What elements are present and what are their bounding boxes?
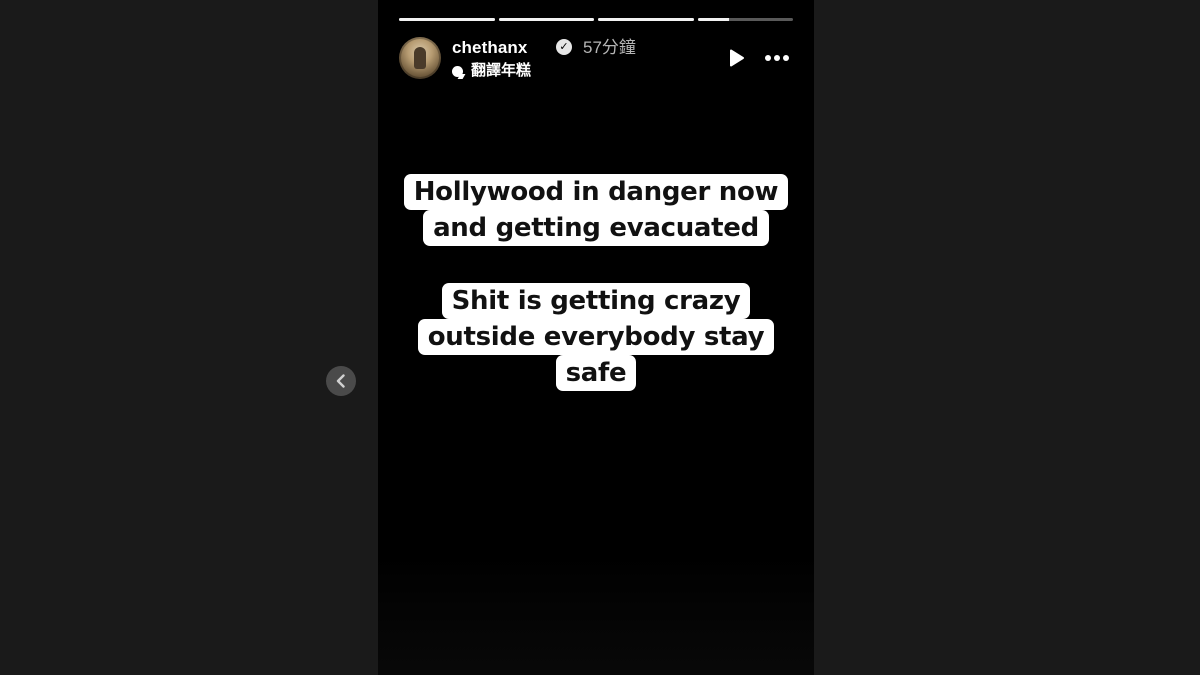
caption-line: Shit is getting crazy	[441, 283, 751, 319]
caption-line: and getting evacuated	[423, 210, 769, 246]
story-caption: Shit is getting crazy outside everybody …	[378, 283, 814, 391]
play-icon	[730, 49, 744, 67]
progress-segment	[598, 18, 694, 21]
more-options-icon	[765, 55, 789, 61]
story-header: chethanx ✓ 57分鐘 翻譯年糕	[399, 36, 793, 80]
translate-label[interactable]: 翻譯年糕	[471, 61, 531, 81]
story-progress-bar	[399, 18, 793, 21]
progress-segment	[498, 18, 594, 21]
play-button[interactable]	[724, 46, 748, 70]
avatar-figure	[414, 47, 426, 69]
more-options-button[interactable]	[761, 46, 793, 70]
caption-line: safe	[555, 355, 637, 391]
speech-bubble-icon	[452, 65, 463, 77]
avatar[interactable]	[399, 37, 441, 79]
verified-badge-icon: ✓	[556, 39, 572, 55]
caption-line: outside everybody stay	[417, 319, 775, 355]
chevron-left-icon	[336, 374, 345, 388]
translate-row[interactable]: 翻譯年糕	[452, 61, 531, 81]
story-caption: Hollywood in danger now and getting evac…	[378, 174, 814, 246]
previous-story-button[interactable]	[326, 366, 356, 396]
story-panel[interactable]: chethanx ✓ 57分鐘 翻譯年糕 Hollywood in danger…	[378, 0, 814, 675]
story-viewer-page: chethanx ✓ 57分鐘 翻譯年糕 Hollywood in danger…	[0, 0, 1200, 675]
post-time: 57分鐘	[583, 38, 636, 57]
progress-segment	[399, 18, 495, 21]
caption-line: Hollywood in danger now	[403, 174, 789, 210]
username-link[interactable]: chethanx	[452, 38, 527, 58]
progress-segment	[697, 18, 793, 21]
